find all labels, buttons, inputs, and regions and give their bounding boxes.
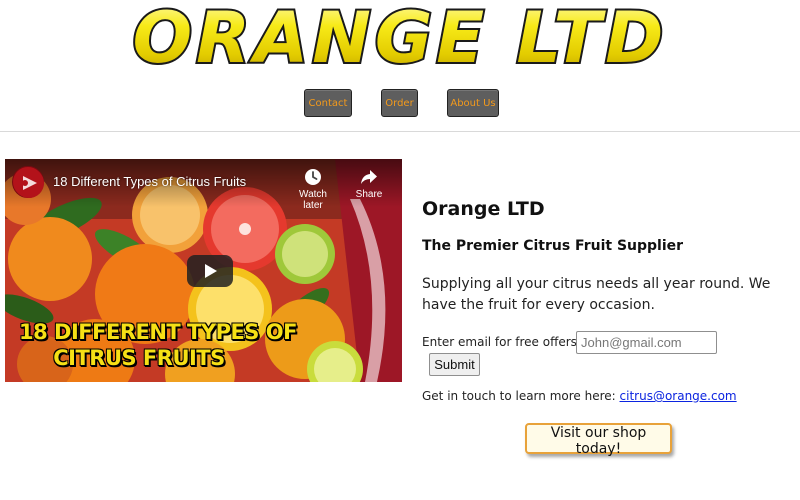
logo: ORANGE LTD xyxy=(112,0,688,74)
video-caption: 18 DIFFERENT TYPES OF CITRUS FRUITS xyxy=(19,319,297,371)
nav-order-button[interactable]: Order xyxy=(381,89,418,117)
watch-later-button[interactable]: Watch later xyxy=(288,167,338,211)
play-icon xyxy=(205,264,217,278)
channel-avatar[interactable] xyxy=(12,166,44,198)
submit-button[interactable]: Submit xyxy=(429,353,480,376)
nav-about-button[interactable]: About Us xyxy=(447,89,499,117)
logo-graphic: ORANGE LTD xyxy=(131,0,668,74)
visit-shop-button[interactable]: Visit our shop today! xyxy=(525,423,672,457)
caption-line-2: CITRUS FRUITS xyxy=(53,346,225,370)
share-button[interactable]: Share xyxy=(344,167,394,200)
email-label: Enter email for free offers: xyxy=(422,335,581,349)
contact-text: Get in touch to learn more here: xyxy=(422,389,616,403)
nav-contact-button[interactable]: Contact xyxy=(304,89,352,117)
contact-email-link[interactable]: citrus@orange.com xyxy=(620,389,737,403)
caption-line-1: 18 DIFFERENT TYPES OF xyxy=(19,320,297,344)
share-label: Share xyxy=(355,189,383,200)
channel-logo-icon xyxy=(14,168,44,198)
share-icon xyxy=(361,170,377,184)
header-divider xyxy=(0,131,800,132)
clock-icon xyxy=(305,169,321,185)
play-button[interactable] xyxy=(187,255,233,287)
video-title[interactable]: 18 Different Types of Citrus Fruits xyxy=(53,174,246,189)
contact-line: Get in touch to learn more here: citrus@… xyxy=(422,389,737,403)
video-embed[interactable]: 18 Different Types of Citrus Fruits Watc… xyxy=(5,159,402,382)
logo-text: ORANGE LTD xyxy=(133,0,668,74)
main-nav: Contact Order About Us xyxy=(0,89,800,117)
email-input[interactable] xyxy=(576,331,717,354)
tagline-heading: The Premier Citrus Fruit Supplier xyxy=(422,238,684,254)
company-name-heading: Orange LTD xyxy=(422,198,545,220)
description-text: Supplying all your citrus needs all year… xyxy=(422,276,771,313)
watch-later-label: Watch later xyxy=(299,189,327,211)
